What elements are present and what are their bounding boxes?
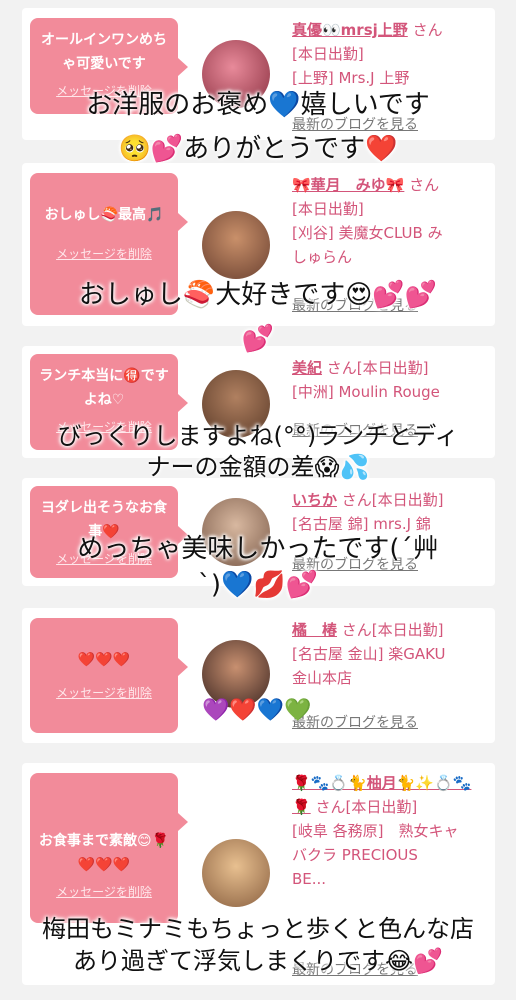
shop-text: [岐阜 各務原] 熟女キャ (292, 822, 459, 840)
caption-line: めっちゃ美味しかったです(´艸 (77, 534, 439, 564)
avatar[interactable] (202, 839, 270, 907)
san-suffix: さん (412, 21, 443, 39)
delete-message-link[interactable]: メッセージを削除 (38, 883, 170, 900)
shop-text: [中洲] Moulin Rouge (292, 383, 440, 401)
shop-text: 金山本店 (292, 669, 353, 687)
shop-text: [上野] Mrs.J 上野 (292, 69, 410, 87)
status-text: [本日出勤] (292, 200, 364, 218)
caption-line: びっくりしますよね(°°)ランチとディ (57, 422, 459, 450)
delete-message-link[interactable]: メッセージを削除 (38, 245, 170, 262)
message-text: ランチ本当に🉐ですよね♡ (39, 368, 169, 408)
message-bubble: ❤️❤️❤️ メッセージを削除 (30, 618, 188, 733)
cast-name-link[interactable]: 🎀華月 みゆ🎀 (292, 176, 404, 194)
cast-name-link[interactable]: いちか (292, 491, 337, 509)
delete-message-link[interactable]: メッセージを削除 (38, 684, 170, 701)
caption-line: おしゅし🍣大好きです😍💕💕 (78, 280, 438, 310)
san-suffix: さん[本日出勤] (341, 491, 444, 509)
status-text: [本日出勤] (292, 45, 364, 63)
message-bubble: お食事まで素敵😊🌹❤️❤️❤️ メッセージを削除 (30, 773, 188, 923)
shop-text: バクラ PRECIOUS (292, 846, 418, 864)
cast-info: 美紀 さん[本日出勤] [中洲] Moulin Rouge (292, 356, 492, 404)
cast-info: 🎀華月 みゆ🎀 さん [本日出勤] [刈谷] 美魔女CLUB み しゅらん (292, 173, 492, 269)
cast-name-link[interactable]: 美紀 (292, 359, 322, 377)
san-suffix: さん[本日出勤] (326, 359, 429, 377)
cast-info: 真優👀mrsj上野 さん [本日出勤] [上野] Mrs.J 上野 (292, 18, 492, 90)
message-text: おしゅし🍣最高🎵 (44, 207, 164, 223)
shop-text: [名古屋 金山] 楽GAKU (292, 645, 446, 663)
avatar[interactable] (202, 211, 270, 279)
message-text: オールインワンめちゃ可愛いです (41, 32, 167, 72)
shop-text: BE... (292, 870, 327, 888)
shop-text: [名古屋 錦] mrs.J 錦 (292, 515, 431, 533)
caption-line: お洋服のお褒め💙嬉しいです (86, 90, 430, 120)
caption-line: ナーの金額の差😱💦 (146, 453, 370, 481)
cast-name-link[interactable]: 真優👀mrsj上野 (292, 21, 408, 39)
cast-info: いちか さん[本日出勤] [名古屋 錦] mrs.J 錦 (292, 488, 492, 536)
san-suffix: さん (409, 176, 440, 194)
caption-line: 梅田もミナミもちょっと歩くと色んな店 (42, 915, 474, 943)
message-text: ❤️❤️❤️ (77, 652, 131, 668)
caption-line: `)💙💋💕 (197, 570, 319, 600)
cast-info: 橘 椿 さん[本日出勤] [名古屋 金山] 楽GAKU 金山本店 (292, 618, 492, 690)
shop-text: [刈谷] 美魔女CLUB み (292, 224, 443, 242)
san-suffix: さん[本日出勤] (315, 798, 418, 816)
message-text: お食事まで素敵😊🌹❤️❤️❤️ (38, 833, 170, 873)
cast-info: 🌹🐾💍🐈柚月🐈✨💍🐾🌹 さん[本日出勤] [岐阜 各務原] 熟女キャ バクラ P… (292, 771, 488, 891)
caption-line: あり過ぎて浮気しまくりです😂💕 (73, 947, 443, 975)
cast-name-link[interactable]: 橘 椿 (292, 621, 337, 639)
heart-emojis: 💜❤️💙💚 (202, 698, 312, 723)
caption-line: 💕 (241, 324, 275, 354)
shop-text: しゅらん (292, 248, 353, 266)
caption-line: 🥺💕ありがとうです❤️ (118, 134, 398, 164)
san-suffix: さん[本日出勤] (341, 621, 444, 639)
